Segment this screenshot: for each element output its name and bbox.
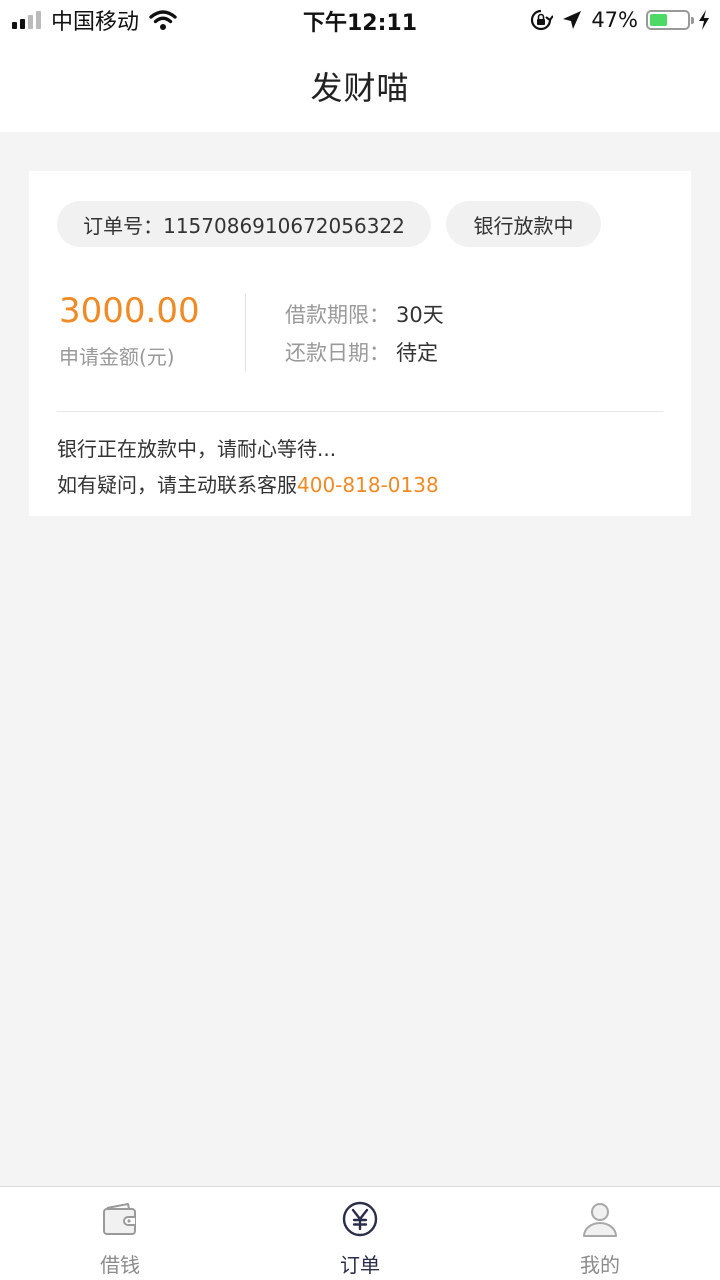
battery-icon — [646, 10, 694, 30]
tab-borrow[interactable]: 借钱 — [0, 1187, 240, 1280]
contact-message: 如有疑问，请主动联系客服400-818-0138 — [57, 469, 439, 498]
battery-percent: 47% — [591, 8, 638, 32]
tab-orders-label: 订单 — [340, 1253, 380, 1277]
order-status-badge: 银行放款中 — [446, 201, 601, 247]
wallet-icon — [103, 1203, 136, 1235]
order-card[interactable]: 订单号：1157086910672056322 银行放款中 3000.00 申请… — [29, 171, 691, 516]
status-message: 银行正在放款中，请耐心等待... — [57, 437, 337, 461]
charging-bolt-icon — [699, 10, 709, 30]
battery-nub — [691, 17, 694, 24]
repay-date-value: 待定 — [396, 341, 438, 365]
battery-fill — [650, 14, 667, 26]
loan-term-label: 借款期限： — [285, 303, 390, 327]
loan-term-value: 30天 — [396, 303, 444, 327]
tab-bar: 借钱 订单 我的 — [0, 1186, 720, 1280]
tab-mine-label: 我的 — [580, 1253, 620, 1277]
rotation-lock-icon — [531, 9, 554, 31]
repay-date-row: 还款日期： 待定 — [285, 337, 438, 367]
page-title: 发财喵 — [310, 69, 410, 107]
loan-amount-label: 申请金额(元) — [59, 345, 175, 369]
nav-bar: 发财喵 — [0, 40, 720, 132]
user-icon — [583, 1203, 617, 1237]
status-right: 47% — [529, 6, 710, 34]
vertical-divider — [245, 294, 246, 372]
tab-borrow-label: 借钱 — [100, 1253, 140, 1277]
repay-date-label: 还款日期： — [285, 341, 390, 365]
tab-mine[interactable]: 我的 — [480, 1187, 720, 1280]
service-phone-link[interactable]: 400-818-0138 — [297, 473, 439, 497]
order-number-pill: 订单号：1157086910672056322 — [57, 201, 431, 247]
location-arrow-icon — [563, 11, 582, 29]
contact-message-prefix: 如有疑问，请主动联系客服 — [57, 473, 297, 497]
horizontal-divider — [57, 411, 663, 412]
yen-circle-icon — [342, 1201, 378, 1237]
status-bar: 中国移动 下午12:11 47% — [0, 0, 720, 40]
loan-term-row: 借款期限： 30天 — [285, 299, 444, 329]
loan-amount: 3000.00 — [59, 291, 200, 331]
tab-orders[interactable]: 订单 — [240, 1187, 480, 1280]
